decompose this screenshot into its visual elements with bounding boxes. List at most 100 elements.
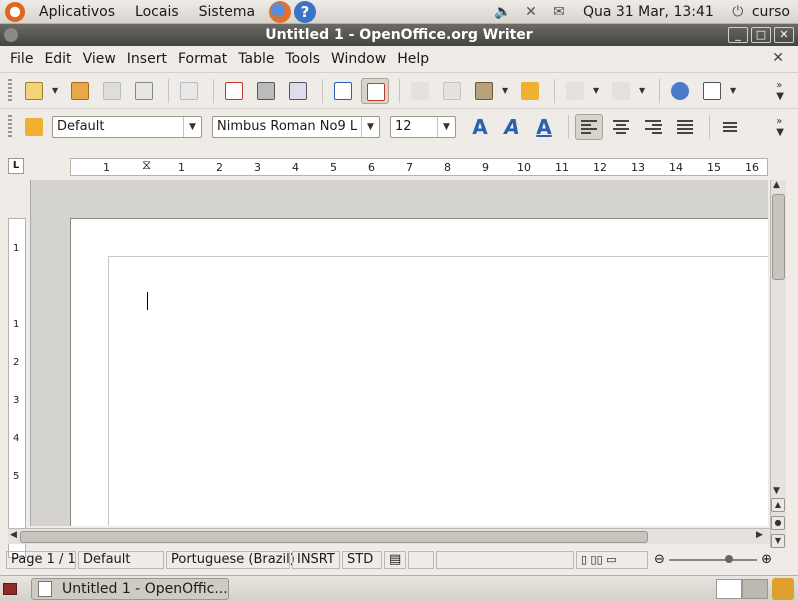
save-button[interactable]: [98, 78, 126, 104]
scroll-right-icon[interactable]: ▶: [756, 530, 763, 540]
firefox-icon[interactable]: [269, 0, 292, 23]
zoom-slider[interactable]: ⊖ ⊕: [650, 551, 776, 569]
align-center-button[interactable]: [607, 114, 635, 140]
help-icon[interactable]: ?: [294, 0, 317, 23]
previous-page-button[interactable]: ▲: [771, 498, 785, 512]
autospellcheck-button[interactable]: [361, 77, 389, 104]
language[interactable]: Portuguese (Brazil): [166, 551, 295, 569]
cut-button[interactable]: [406, 78, 434, 104]
horizontal-scroll-thumb[interactable]: [20, 531, 648, 543]
menu-tools[interactable]: Tools: [281, 51, 326, 67]
table-button[interactable]: [698, 78, 726, 104]
export-pdf-button[interactable]: [220, 78, 248, 104]
menu-table[interactable]: Table: [233, 51, 279, 67]
show-desktop-icon[interactable]: [3, 582, 17, 595]
minimize-button[interactable]: _: [728, 27, 748, 43]
ubuntu-logo-icon[interactable]: [5, 1, 25, 22]
page-style[interactable]: Default: [78, 551, 164, 569]
paste-button[interactable]: [470, 78, 498, 104]
numbering-button[interactable]: [716, 114, 744, 140]
font-name-select[interactable]: Nimbus Roman No9 L ▼: [212, 115, 380, 138]
undo-dropdown-arrow[interactable]: ▼: [593, 86, 601, 95]
digital-signature-field[interactable]: [408, 551, 434, 569]
document-modified-icon[interactable]: ▤: [384, 551, 406, 569]
chevron-down-icon[interactable]: ▼: [437, 116, 455, 137]
zoom-out-icon[interactable]: ⊖: [654, 552, 665, 568]
insert-mode[interactable]: INSRT: [292, 551, 340, 569]
close-document-icon[interactable]: ✕: [772, 50, 784, 66]
copy-button[interactable]: [438, 78, 466, 104]
menu-file[interactable]: File: [5, 51, 38, 67]
navigation-button[interactable]: ●: [771, 516, 785, 530]
menu-edit[interactable]: Edit: [39, 51, 76, 67]
email-button[interactable]: [130, 78, 158, 104]
edit-file-button[interactable]: [175, 78, 203, 104]
menu-help[interactable]: Help: [392, 51, 434, 67]
chevron-down-icon[interactable]: ▼: [183, 116, 201, 137]
clock[interactable]: Qua 31 Mar, 13:41: [583, 4, 714, 20]
paragraph-style-select[interactable]: Default ▼: [52, 115, 202, 138]
toolbar-overflow-icon[interactable]: » ▼: [776, 80, 784, 102]
paste-dropdown-arrow[interactable]: ▼: [502, 86, 510, 95]
italic-icon[interactable]: A: [498, 115, 526, 139]
open-button[interactable]: [66, 78, 94, 104]
menu-format[interactable]: Format: [173, 51, 232, 67]
navigator-button[interactable]: [666, 78, 694, 104]
zoom-in-icon[interactable]: ⊕: [761, 552, 772, 568]
view-layout-icon[interactable]: ▯ ▯▯ ▭: [576, 551, 648, 569]
scroll-down-icon[interactable]: ▼: [773, 486, 780, 496]
panel-menu-system[interactable]: Sistema: [193, 4, 261, 20]
tab-stop-selector[interactable]: L: [8, 158, 24, 174]
vertical-ruler[interactable]: 1 1 2 3 4 5: [8, 218, 26, 558]
next-page-button[interactable]: ▼: [771, 534, 785, 548]
zoom-knob[interactable]: [724, 555, 733, 563]
mail-icon[interactable]: ✉: [548, 4, 570, 20]
page-preview-button[interactable]: [284, 78, 312, 104]
new-document-button[interactable]: [20, 78, 48, 104]
underline-icon[interactable]: A: [530, 115, 558, 139]
horizontal-ruler[interactable]: 1 1 2 3 4 5 6 7 8 9 10 11 12 13 14 15 16…: [70, 158, 768, 176]
vertical-scrollbar[interactable]: ▲ ▼: [770, 180, 786, 548]
menu-view[interactable]: View: [78, 51, 121, 67]
toolbar-grip[interactable]: [8, 114, 12, 139]
workspace-2[interactable]: [742, 578, 768, 599]
taskbar-writer-button[interactable]: Untitled 1 - OpenOffic...: [31, 577, 229, 600]
scroll-up-icon[interactable]: ▲: [773, 180, 780, 190]
undo-button[interactable]: [561, 78, 589, 104]
document-page[interactable]: [70, 218, 768, 526]
panel-menu-applications[interactable]: Aplicativos: [33, 4, 121, 20]
redo-dropdown-arrow[interactable]: ▼: [639, 86, 647, 95]
scroll-left-icon[interactable]: ◀: [10, 530, 17, 540]
align-right-button[interactable]: [639, 114, 667, 140]
vertical-scroll-thumb[interactable]: [772, 194, 785, 280]
new-dropdown-arrow[interactable]: ▼: [52, 86, 60, 95]
toolbar-overflow-icon[interactable]: » ▼: [776, 116, 784, 138]
font-size-select[interactable]: 12 ▼: [390, 115, 456, 138]
workspace-1[interactable]: [716, 578, 742, 599]
table-dropdown-arrow[interactable]: ▼: [730, 86, 738, 95]
close-button[interactable]: ✕: [774, 27, 794, 43]
clone-formatting-button[interactable]: [516, 78, 544, 104]
selection-mode[interactable]: STD: [342, 551, 382, 569]
styles-formatting-button[interactable]: [20, 114, 48, 140]
trash-icon[interactable]: [772, 577, 794, 600]
chevron-down-icon[interactable]: ▼: [361, 116, 379, 137]
window-menu-icon[interactable]: [4, 28, 18, 42]
redo-button[interactable]: [607, 78, 635, 104]
zoom-track[interactable]: [668, 555, 758, 563]
maximize-button[interactable]: □: [751, 27, 771, 43]
page-count[interactable]: Page 1 / 1: [6, 551, 76, 569]
justify-button[interactable]: [671, 114, 699, 140]
menu-window[interactable]: Window: [326, 51, 391, 67]
volume-icon[interactable]: 🔈: [492, 4, 514, 20]
titlebar[interactable]: Untitled 1 - OpenOffice.org Writer _ □ ✕: [0, 24, 798, 46]
panel-menu-places[interactable]: Locais: [129, 4, 185, 20]
power-icon[interactable]: ⏻: [727, 4, 749, 20]
print-button[interactable]: [252, 78, 280, 104]
menu-insert[interactable]: Insert: [122, 51, 172, 67]
indent-marker-icon[interactable]: ⧖: [142, 158, 151, 173]
document-canvas[interactable]: [30, 180, 768, 526]
bold-icon[interactable]: A: [466, 115, 494, 139]
user-name[interactable]: curso: [752, 4, 790, 20]
toolbar-grip[interactable]: [8, 78, 12, 103]
